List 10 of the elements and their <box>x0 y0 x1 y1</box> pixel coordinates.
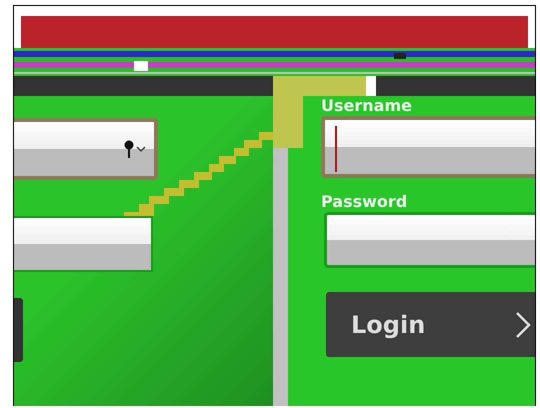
text-cursor <box>335 126 337 172</box>
field-label: Password <box>321 192 408 212</box>
input-field[interactable] <box>324 212 535 268</box>
chevron-down-icon <box>136 146 146 152</box>
input-field[interactable] <box>321 116 535 178</box>
field-label: Username <box>321 96 413 116</box>
input-field[interactable] <box>14 216 153 272</box>
chevron-right-icon <box>515 310 531 338</box>
select-field[interactable] <box>14 118 158 180</box>
login-button[interactable]: Login <box>326 292 535 357</box>
